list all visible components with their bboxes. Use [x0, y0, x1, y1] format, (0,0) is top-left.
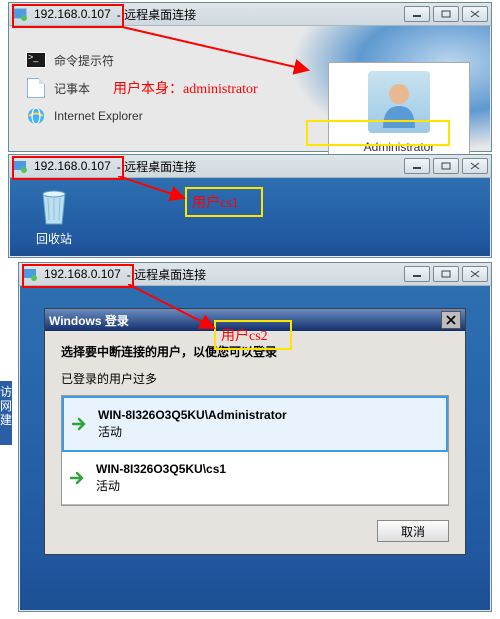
close-button[interactable]: [462, 6, 488, 22]
titlebar-text: - 远程桌面连接: [124, 266, 401, 283]
recycle-bin-icon: [33, 186, 75, 228]
rdp-window-3: 192.168.0.107 - 远程桌面连接 Windows 登录 选择要中断连…: [18, 262, 492, 612]
dialog-close-button[interactable]: [441, 311, 461, 329]
arrow-right-icon: [68, 469, 86, 487]
user-tile-caption: Administrator: [363, 139, 436, 155]
background-text-fragment: 访网建: [0, 381, 12, 445]
rdp-icon: [23, 267, 37, 281]
client-area-3: Windows 登录 选择要中断连接的用户，以便您可以登录 已登录的用户过多 W…: [20, 286, 490, 610]
cmd-icon: [26, 50, 46, 70]
minimize-button[interactable]: [404, 6, 430, 22]
dialog-subtext: 已登录的用户过多: [61, 370, 449, 387]
client-area-2: 回收站: [10, 178, 490, 256]
window-buttons: [401, 6, 488, 22]
session-status: 活动: [98, 423, 287, 440]
titlebar-text: - 远程桌面连接: [114, 158, 401, 175]
titlebar-2[interactable]: 192.168.0.107 - 远程桌面连接: [9, 155, 491, 178]
rdp-icon: [13, 159, 27, 173]
client-area-1: 命令提示符 记事本 Internet Explorer Administrato…: [10, 26, 490, 150]
session-path: WIN-8I326O3Q5KU\Administrator: [98, 408, 287, 422]
close-button[interactable]: [462, 158, 488, 174]
recycle-bin-label: 回收站: [24, 230, 84, 247]
titlebar-ip: 192.168.0.107: [31, 159, 114, 173]
desktop-item-cmd[interactable]: 命令提示符: [26, 46, 143, 74]
cancel-button[interactable]: 取消: [377, 520, 449, 542]
arrow-right-icon: [70, 415, 88, 433]
desktop-item-label: 记事本: [54, 80, 90, 97]
desktop-item-notepad[interactable]: 记事本: [26, 74, 143, 102]
dialog-heading: 选择要中断连接的用户，以便您可以登录: [61, 343, 449, 360]
rdp-window-2: 192.168.0.107 - 远程桌面连接 回收站: [8, 154, 492, 258]
maximize-button[interactable]: [433, 6, 459, 22]
notepad-icon: [26, 78, 46, 98]
minimize-button[interactable]: [404, 266, 430, 282]
titlebar-3[interactable]: 192.168.0.107 - 远程桌面连接: [19, 263, 491, 286]
close-button[interactable]: [462, 266, 488, 282]
session-item[interactable]: WIN-8I326O3Q5KU\Administrator 活动: [62, 396, 448, 452]
maximize-button[interactable]: [433, 158, 459, 174]
desktop-item-label: 命令提示符: [54, 52, 114, 69]
ie-icon: [26, 106, 46, 126]
desktop-item-label: Internet Explorer: [54, 109, 143, 123]
titlebar-1[interactable]: 192.168.0.107 - 远程桌面连接: [9, 3, 491, 26]
user-tile[interactable]: Administrator: [328, 62, 470, 164]
session-path: WIN-8I326O3Q5KU\cs1: [96, 462, 226, 476]
titlebar-ip: 192.168.0.107: [31, 7, 114, 21]
recycle-bin[interactable]: 回收站: [24, 186, 84, 247]
rdp-window-1: 192.168.0.107 - 远程桌面连接 命令提示符 记事本 Interne…: [8, 2, 492, 152]
dialog-title: Windows 登录: [49, 312, 441, 329]
desktop-item-ie[interactable]: Internet Explorer: [26, 102, 143, 130]
rdp-icon: [13, 7, 27, 21]
session-item[interactable]: WIN-8I326O3Q5KU\cs1 活动: [62, 452, 448, 505]
logon-dialog: Windows 登录 选择要中断连接的用户，以便您可以登录 已登录的用户过多 W…: [44, 308, 466, 555]
user-avatar-icon: [368, 71, 430, 133]
maximize-button[interactable]: [433, 266, 459, 282]
titlebar-ip: 192.168.0.107: [41, 267, 124, 281]
session-list: WIN-8I326O3Q5KU\Administrator 活动 WIN-8I3…: [61, 395, 449, 506]
minimize-button[interactable]: [404, 158, 430, 174]
dialog-titlebar[interactable]: Windows 登录: [45, 309, 465, 331]
titlebar-text: - 远程桌面连接: [114, 6, 401, 23]
session-status: 活动: [96, 477, 226, 494]
